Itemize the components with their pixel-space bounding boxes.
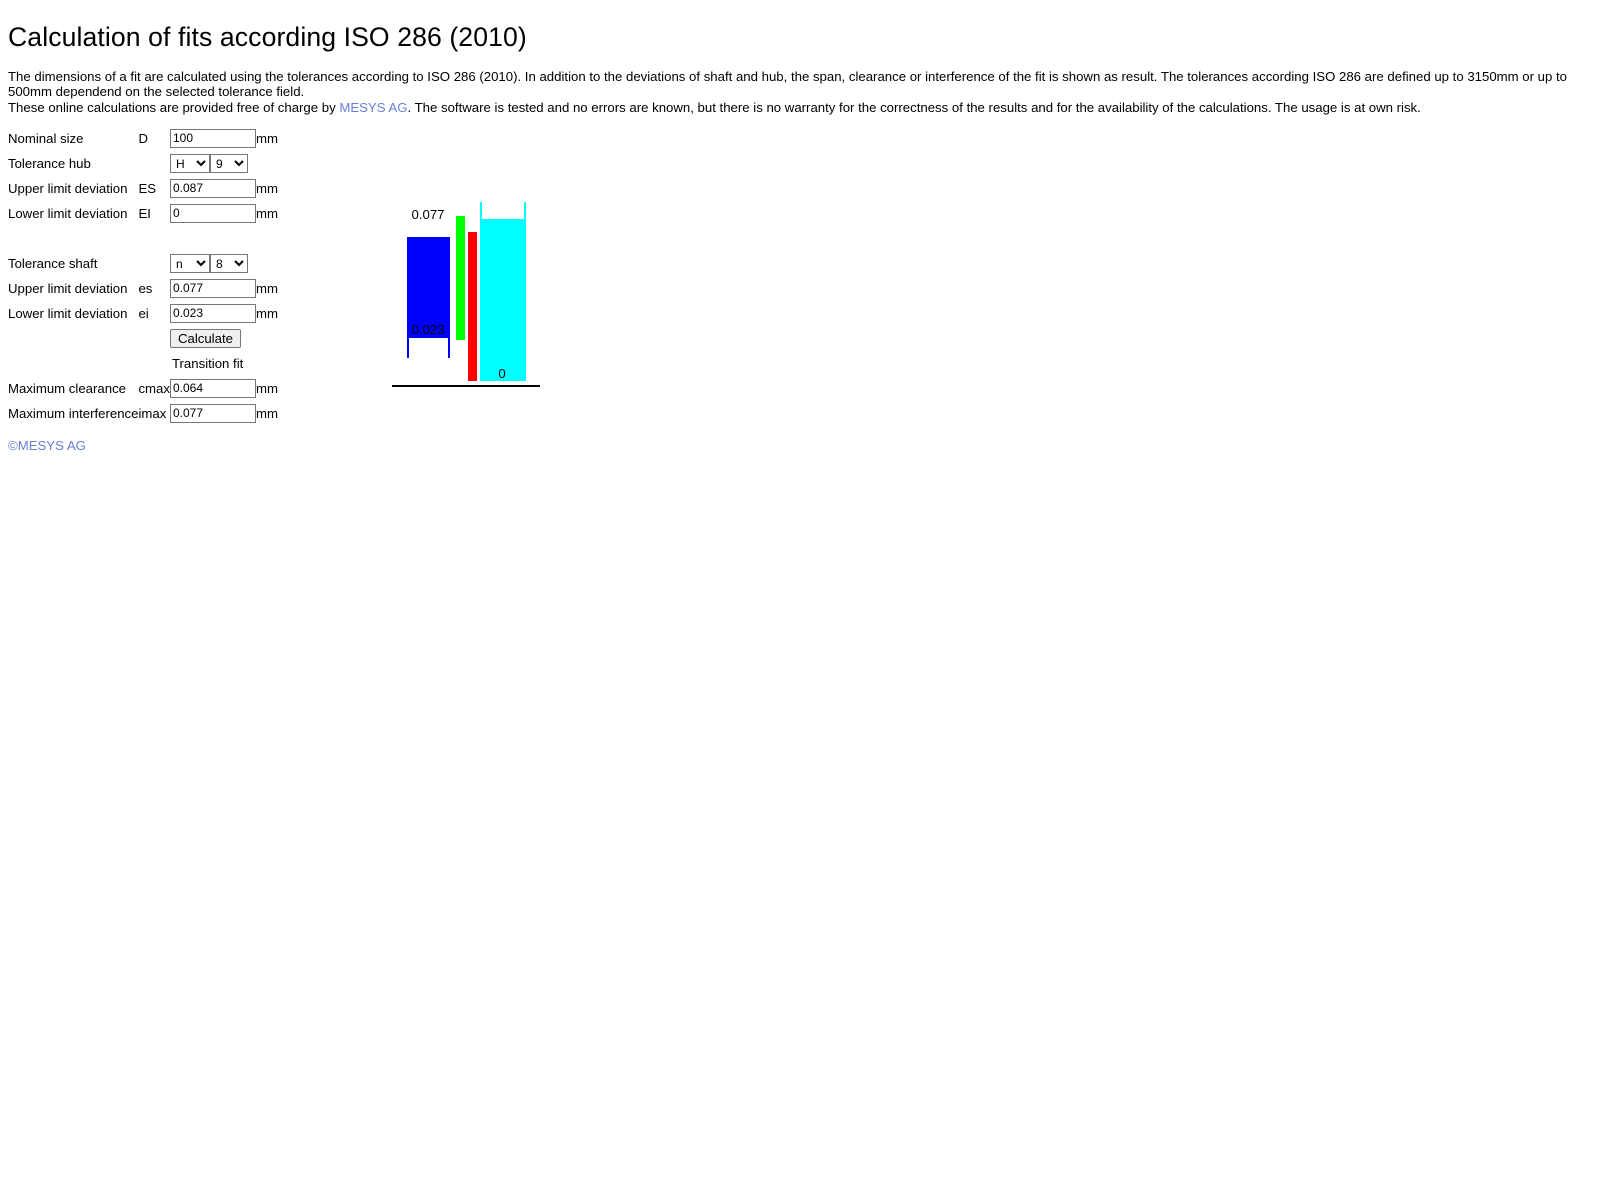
page-title: Calculation of fits according ISO 286 (2… [8,22,527,52]
row-hub-upper: Upper limit deviation ES mm [8,176,278,201]
intro-text-2a: These online calculations are provided f… [8,99,340,115]
shaft-lower-unit: mm [255,306,278,322]
max-interference-input[interactable] [169,404,256,424]
page-root: Calculation of fits according ISO 286 (2… [0,0,1600,461]
max-clearance-unit: mm [255,381,278,397]
hub-upper-input[interactable] [169,179,256,199]
shaft-lower-value-label: 0.023 [411,322,444,337]
copyright-link[interactable]: ©MESYS AG [8,438,86,453]
tolerance-fit-diagram: 0.077 0.023 0 [380,190,560,400]
hub-lower-input[interactable] [169,204,256,224]
shaft-upper-input[interactable] [169,279,256,299]
shaft-upper-value-label: 0.077 [411,207,444,222]
hub-upper-unit: mm [255,181,278,197]
row-tolerance-shaft: Tolerance shaft Hn89 [8,251,278,276]
shaft-lower-input[interactable] [169,304,256,324]
row-shaft-upper: Upper limit deviation es mm [8,276,278,301]
max-interference-unit: mm [255,406,278,422]
tolerance-hub-grade-select[interactable]: 89 [209,154,248,174]
tolerance-fit-svg: 0.077 0.023 0 [392,202,540,387]
calculate-button[interactable]: Calculate [169,329,241,349]
nominal-size-input[interactable] [169,129,256,149]
nominal-size-label: Nominal size [8,131,84,147]
hub-upper-label: Upper limit deviation [8,181,128,197]
row-hub-lower: Lower limit deviation EI mm [8,201,278,226]
tolerance-shaft-symbol [138,251,170,276]
row-nominal-size: Nominal size D mm [8,126,278,151]
row-max-interference: Maximum interference imax mm [8,401,278,426]
max-interference-symbol: imax [138,406,167,422]
tolerance-hub-label: Tolerance hub [8,156,91,172]
row-tolerance-hub: Tolerance hub Hn89 [8,151,278,176]
tolerance-shaft-letter-select[interactable]: Hn [169,254,210,274]
hub-tolerance-bar [480,219,526,381]
fit-type-spacer-2 [138,351,170,376]
calculate-spacer-1 [8,326,138,351]
tolerance-hub-letter-select[interactable]: Hn [169,154,210,174]
tolerance-hub-symbol [138,151,170,176]
footer: ©MESYS AG [8,438,1592,453]
shaft-lower-symbol: ei [138,306,149,322]
row-spacer [8,226,278,251]
fit-type-spacer-3 [256,351,278,376]
max-clearance-input[interactable] [169,379,256,399]
hub-lower-unit: mm [255,206,278,222]
shaft-bracket-left [407,338,409,358]
calculate-spacer-3 [256,326,278,351]
fit-type-result: Transition fit [171,356,244,372]
max-interference-label: Maximum interference [8,406,139,422]
max-clearance-bar [468,232,477,381]
row-fit-type: Transition fit [8,351,278,376]
row-max-clearance: Maximum clearance cmax mm [8,376,278,401]
max-clearance-symbol: cmax [138,381,170,397]
mesys-ag-link[interactable]: MESYS AG [339,100,407,115]
row-calculate: Calculate [8,326,278,351]
hub-lower-label: Lower limit deviation [8,206,128,222]
nominal-size-symbol: D [138,131,148,147]
hub-bracket-right [524,202,526,219]
tolerance-shaft-label: Tolerance shaft [8,256,98,272]
shaft-upper-unit: mm [255,281,278,297]
hub-lower-value-label: 0 [498,366,505,381]
zero-baseline [392,385,540,387]
row-shaft-lower: Lower limit deviation ei mm [8,301,278,326]
calculate-spacer-2 [138,326,170,351]
tolerance-shaft-grade-select[interactable]: 89 [209,254,248,274]
intro-text-2b: . The software is tested and no errors a… [407,99,1421,115]
tolerance-hub-unit [256,151,278,176]
max-clearance-label: Maximum clearance [8,381,126,397]
tolerance-shaft-unit [256,251,278,276]
max-interference-bar [456,216,465,340]
hub-lower-symbol: EI [138,206,151,222]
shaft-upper-symbol: es [138,281,153,297]
hub-upper-symbol: ES [138,181,157,197]
shaft-lower-label: Lower limit deviation [8,306,128,322]
intro-paragraph: The dimensions of a fit are calculated u… [8,69,1592,116]
hub-bracket-left [480,202,482,219]
shaft-bracket-right [448,338,450,358]
nominal-size-unit: mm [255,131,278,147]
fit-type-spacer-1 [8,351,138,376]
fit-calculation-form: Nominal size D mm Tolerance hub Hn89 Upp… [8,126,278,426]
shaft-upper-label: Upper limit deviation [8,281,128,297]
intro-text-1: The dimensions of a fit are calculated u… [8,68,1568,100]
